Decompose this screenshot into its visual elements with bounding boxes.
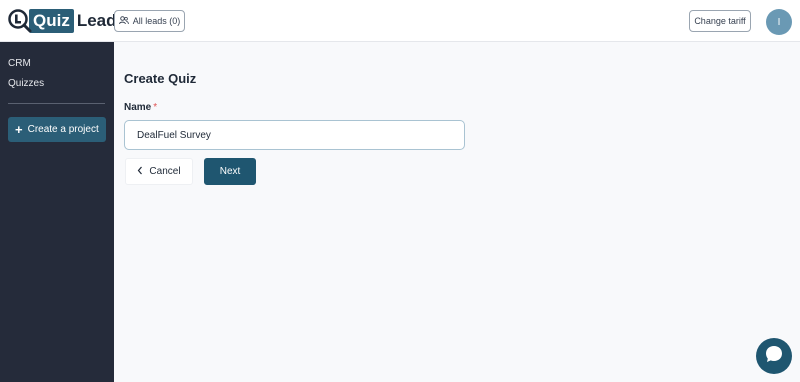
all-leads-button[interactable]: All leads (0) bbox=[114, 10, 185, 32]
chat-widget-button[interactable] bbox=[756, 338, 792, 374]
name-label-text: Name bbox=[124, 102, 152, 113]
page-title: Create Quiz bbox=[124, 71, 197, 86]
cancel-label: Cancel bbox=[149, 166, 181, 177]
logo-lead-text: Lead bbox=[76, 11, 117, 30]
users-icon bbox=[118, 15, 129, 27]
quiz-name-input[interactable] bbox=[124, 120, 465, 150]
name-field-label: Name * bbox=[124, 102, 157, 113]
next-button[interactable]: Next bbox=[204, 158, 256, 185]
sidebar-item-crm[interactable]: CRM bbox=[8, 58, 31, 69]
plus-icon: + bbox=[15, 122, 23, 137]
avatar[interactable]: I bbox=[766, 9, 792, 35]
create-project-label: Create a project bbox=[27, 124, 99, 135]
logo-quiz-text: Quiz bbox=[29, 9, 74, 33]
sidebar: CRM Quizzes + Create a project bbox=[0, 42, 114, 382]
change-tariff-button[interactable]: Change tariff bbox=[689, 10, 751, 32]
chevron-left-icon bbox=[137, 166, 143, 178]
top-bar: Quiz Lead All leads (0) Change tariff I bbox=[0, 0, 800, 42]
quizlead-logo[interactable]: Quiz Lead bbox=[7, 6, 117, 36]
create-project-button[interactable]: + Create a project bbox=[8, 117, 106, 142]
magnifier-logo-icon bbox=[7, 8, 33, 34]
sidebar-divider bbox=[8, 103, 105, 104]
cancel-button[interactable]: Cancel bbox=[125, 158, 193, 185]
chat-icon bbox=[764, 344, 784, 369]
all-leads-label: All leads (0) bbox=[132, 16, 181, 26]
sidebar-item-quizzes[interactable]: Quizzes bbox=[8, 78, 44, 89]
main-content: Create Quiz Name* Cancel Next bbox=[114, 42, 800, 382]
required-marker: * bbox=[153, 102, 158, 113]
